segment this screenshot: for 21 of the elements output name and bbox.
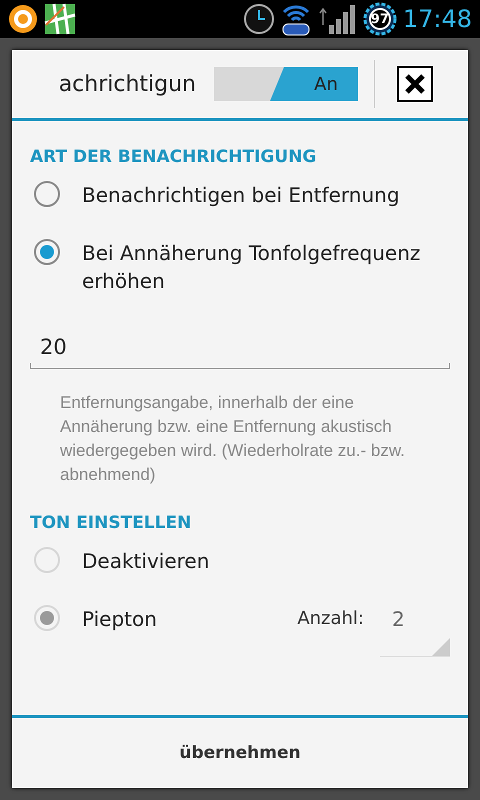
close-button[interactable] [397,66,433,102]
radio-button[interactable] [34,239,60,265]
option-label: Benachrichtigen bei Entfernung [82,182,401,209]
clock-icon [242,3,275,35]
dialog-title: achrichtigun [58,72,196,96]
signal-icon [316,3,357,35]
battery-level: 97 [370,12,389,26]
option-label: Bei Annäherung Tonfolgefrequenz erhöhen [82,240,422,295]
option-label: Piepton [82,606,158,633]
clock-time: 17:48 [402,5,472,33]
count-label: Anzahl: [297,607,364,631]
apply-button[interactable]: übernehmen [12,718,468,788]
hint-text: Entfernungsangabe, innerhalb der eine Annäherung bzw. eine Entfernung akustisch wiedergegeben wird. (Wiederholrate zu.- bzw. abnehmend) [60,392,406,486]
section-heading: TON EINSTELLEN [30,513,192,533]
option-label: Deaktivieren [82,548,210,575]
radio-button[interactable] [34,181,60,207]
map-icon [44,3,76,35]
section-heading: ART DER BENACHRICHTIGUNG [30,147,318,167]
toggle-switch[interactable]: An [214,67,358,101]
close-icon [404,73,426,95]
app-icon [8,4,38,34]
